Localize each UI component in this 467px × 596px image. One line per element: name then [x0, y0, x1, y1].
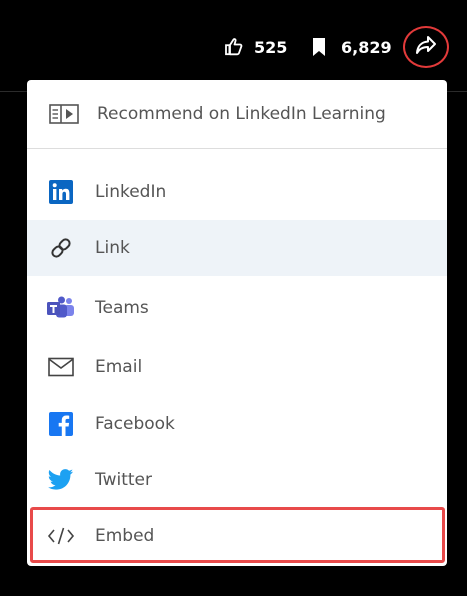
menu-item-label: Email: [95, 357, 143, 377]
menu-item-linkedin[interactable]: LinkedIn: [27, 164, 447, 220]
menu-item-twitter[interactable]: Twitter: [27, 452, 447, 508]
share-menu: Recommend on LinkedIn Learning LinkedIn …: [27, 80, 447, 566]
menu-item-label: Recommend on LinkedIn Learning: [97, 104, 386, 124]
menu-item-label: Teams: [95, 298, 149, 318]
thumbs-up-icon: [224, 37, 244, 57]
embed-highlight-box: [30, 507, 445, 563]
share-button[interactable]: [403, 26, 449, 68]
save-count-value: 6,829: [341, 37, 392, 57]
recommend-icon: [49, 100, 79, 128]
like-count[interactable]: 525: [224, 34, 287, 60]
menu-item-recommend[interactable]: Recommend on LinkedIn Learning: [27, 80, 447, 148]
linkedin-icon: [47, 178, 75, 206]
menu-item-teams[interactable]: Teams: [27, 280, 447, 336]
menu-item-label: Link: [95, 238, 130, 258]
menu-item-link[interactable]: Link: [27, 220, 447, 276]
like-count-value: 525: [254, 37, 288, 57]
bookmark-icon: [312, 37, 326, 57]
share-button-highlight: [403, 26, 449, 68]
link-icon: [47, 234, 75, 262]
teams-icon: [47, 294, 75, 322]
menu-item-email[interactable]: Email: [27, 338, 447, 396]
menu-item-label: Twitter: [95, 470, 152, 490]
save-count[interactable]: 6,829: [312, 34, 392, 60]
video-action-bar: 525 6,829: [0, 0, 467, 92]
twitter-icon: [47, 466, 75, 494]
menu-item-label: Facebook: [95, 414, 175, 434]
facebook-icon: [47, 410, 75, 438]
email-icon: [47, 353, 75, 381]
menu-divider: [27, 148, 447, 149]
menu-item-label: LinkedIn: [95, 182, 167, 202]
menu-item-facebook[interactable]: Facebook: [27, 396, 447, 452]
